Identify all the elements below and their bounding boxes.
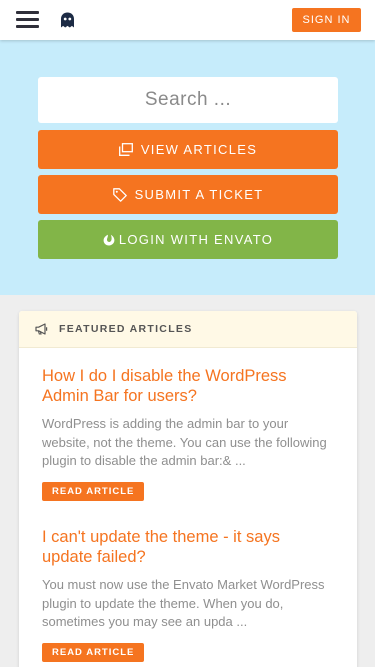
sign-in-button[interactable]: SIGN IN <box>292 8 361 32</box>
hero-section: VIEW ARTICLES SUBMIT A TICKET LOGIN WITH… <box>0 40 375 295</box>
copy-icon <box>118 143 133 156</box>
hamburger-menu-icon[interactable] <box>16 11 39 28</box>
ghost-logo-icon[interactable] <box>60 12 75 28</box>
article-excerpt: You must now use the Envato Market WordP… <box>42 577 325 629</box>
login-envato-label: LOGIN WITH ENVATO <box>118 232 274 247</box>
submit-ticket-label: SUBMIT A TICKET <box>134 187 264 202</box>
article-title-link[interactable]: I can't update the theme - it says updat… <box>42 527 334 567</box>
featured-articles-card: FEATURED ARTICLES How I do I disable the… <box>19 311 357 667</box>
megaphone-icon <box>35 323 48 335</box>
read-article-button[interactable]: READ ARTICLE <box>42 481 145 501</box>
tag-icon <box>112 187 127 202</box>
card-header: FEATURED ARTICLES <box>19 311 357 348</box>
top-header: SIGN IN <box>0 0 375 40</box>
article-excerpt: WordPress is adding the admin bar to you… <box>42 416 327 468</box>
article-item: How I do I disable the WordPress Admin B… <box>42 366 334 501</box>
hamburger-line <box>16 25 39 28</box>
submit-ticket-button[interactable]: SUBMIT A TICKET <box>38 175 338 214</box>
article-title-link[interactable]: How I do I disable the WordPress Admin B… <box>42 366 334 406</box>
hamburger-line <box>16 11 39 14</box>
view-articles-button[interactable]: VIEW ARTICLES <box>38 130 338 169</box>
article-item: I can't update the theme - it says updat… <box>42 527 334 662</box>
envato-leaf-icon <box>103 234 115 245</box>
hamburger-line <box>16 18 39 21</box>
login-envato-button[interactable]: LOGIN WITH ENVATO <box>38 220 338 259</box>
search-input[interactable] <box>38 77 338 123</box>
read-article-button[interactable]: READ ARTICLE <box>42 642 145 662</box>
featured-articles-title: FEATURED ARTICLES <box>59 323 193 335</box>
view-articles-label: VIEW ARTICLES <box>140 142 258 157</box>
